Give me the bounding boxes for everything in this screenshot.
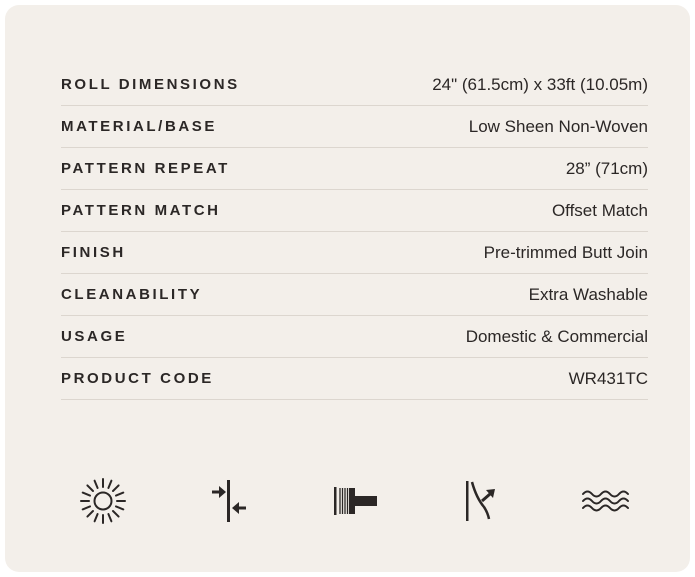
spec-value: Domestic & Commercial: [465, 326, 648, 346]
spec-row-usage: USAGE Domestic & Commercial: [61, 316, 648, 358]
spec-row-product-code: PRODUCT CODE WR431TC: [61, 358, 648, 400]
spec-label: ROLL DIMENSIONS: [61, 76, 240, 93]
spec-label: FINISH: [61, 244, 126, 261]
product-spec-card: ROLL DIMENSIONS 24" (61.5cm) x 33ft (10.…: [5, 5, 690, 572]
spec-value: 28” (71cm): [565, 158, 648, 178]
spec-value: Offset Match: [551, 200, 648, 220]
extra-washable-waves-icon: [577, 473, 633, 529]
spec-value: Extra Washable: [528, 284, 648, 304]
spec-row-finish: FINISH Pre-trimmed Butt Join: [61, 232, 648, 274]
spec-label: USAGE: [61, 328, 128, 345]
spec-row-roll-dimensions: ROLL DIMENSIONS 24" (61.5cm) x 33ft (10.…: [61, 64, 648, 106]
spec-row-cleanability: CLEANABILITY Extra Washable: [61, 274, 648, 316]
paste-the-wall-brush-icon: [327, 473, 383, 529]
spec-value: 24" (61.5cm) x 33ft (10.05m): [432, 74, 648, 94]
spec-label: MATERIAL/BASE: [61, 118, 218, 135]
spec-value: Low Sheen Non-Woven: [468, 116, 648, 136]
peelable-strip-icon: [453, 473, 509, 529]
spec-row-pattern-repeat: PATTERN REPEAT 28” (71cm): [61, 148, 648, 190]
care-icons-row: [73, 473, 633, 529]
spec-label: PATTERN MATCH: [61, 202, 221, 219]
spec-label: PRODUCT CODE: [61, 370, 214, 387]
spec-label: PATTERN REPEAT: [61, 160, 230, 177]
spec-value: Pre-trimmed Butt Join: [483, 242, 648, 262]
spec-label: CLEANABILITY: [61, 286, 203, 303]
spec-table: ROLL DIMENSIONS 24" (61.5cm) x 33ft (10.…: [61, 64, 648, 400]
spec-row-material-base: MATERIAL/BASE Low Sheen Non-Woven: [61, 106, 648, 148]
spec-row-pattern-match: PATTERN MATCH Offset Match: [61, 190, 648, 232]
spec-value: WR431TC: [568, 368, 648, 388]
butt-join-arrows-icon: [201, 473, 257, 529]
light-fastness-sun-icon: [75, 473, 131, 529]
